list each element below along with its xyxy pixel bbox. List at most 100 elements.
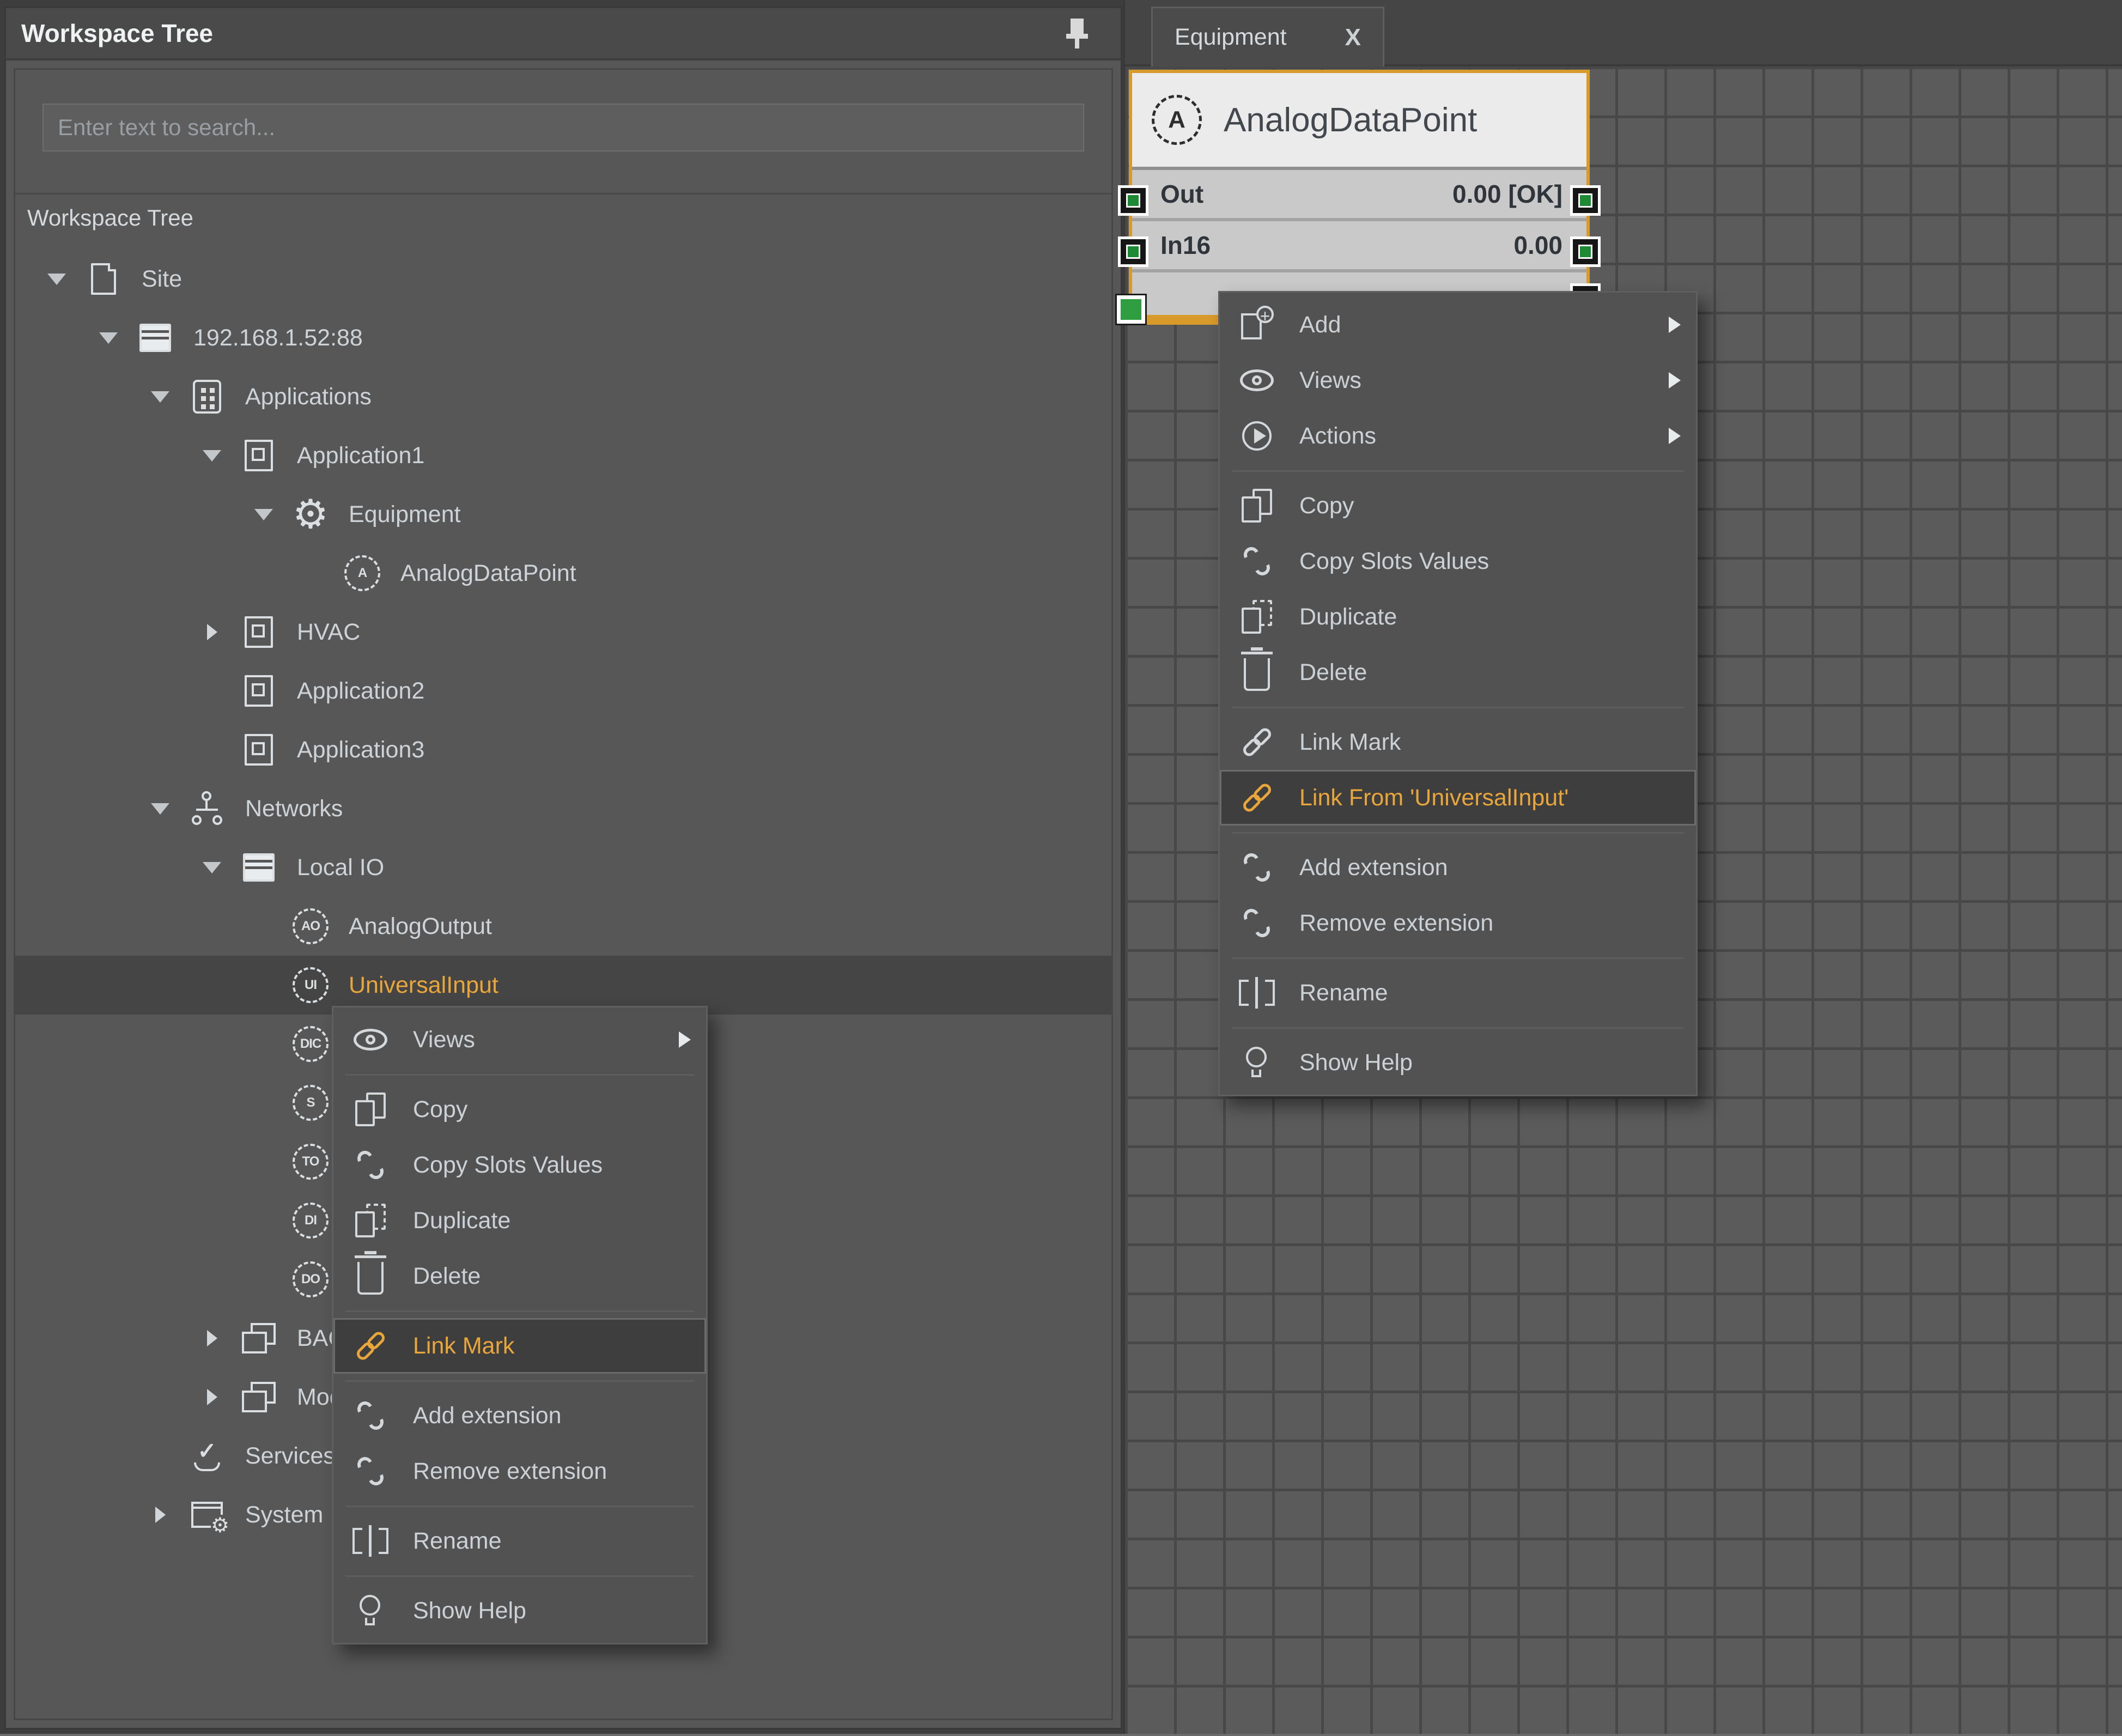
site-document-icon (76, 263, 131, 295)
menu-item-label: Copy Slots Values (413, 1152, 603, 1179)
link-icon (348, 1340, 393, 1352)
menu-item-add[interactable]: Add (1220, 297, 1696, 353)
menu-item-add-extension[interactable]: Add extension (1220, 840, 1696, 895)
slot-connector-icon[interactable] (1570, 185, 1601, 216)
tree-item-label: Services (245, 1443, 335, 1470)
pin-icon[interactable] (1066, 17, 1088, 49)
expander-open-icon[interactable] (192, 862, 232, 873)
tree-item-application1[interactable]: Application1 (15, 426, 1111, 485)
menu-item-label: Copy (1299, 493, 1354, 519)
menu-item-duplicate[interactable]: Duplicate (333, 1193, 706, 1248)
copy-icon (348, 1092, 393, 1126)
tree-item-label: AnalogOutput (349, 913, 492, 940)
menu-item-delete[interactable]: Delete (1220, 645, 1696, 700)
slot-name: In16 (1160, 230, 1211, 260)
tree-item-local-io[interactable]: Local IO (15, 838, 1111, 897)
tree-item-label: Application2 (297, 678, 424, 705)
menu-item-show-help[interactable]: Show Help (333, 1583, 706, 1638)
slot-connector-icon[interactable] (1118, 236, 1148, 267)
slot-connector-icon[interactable] (1570, 236, 1601, 267)
menu-item-label: Add extension (1299, 854, 1448, 881)
analog-data-point-block[interactable]: A AnalogDataPoint Out 0.00 [OK] In16 0.0… (1129, 70, 1590, 325)
tab-close-icon[interactable]: X (1345, 26, 1361, 50)
panel-title: Workspace Tree (21, 19, 213, 48)
menu-item-label: Link Mark (413, 1333, 514, 1359)
expander-open-icon[interactable] (89, 332, 128, 344)
tab-equipment[interactable]: Equipment X (1151, 7, 1384, 66)
menu-item-label: Show Help (1299, 1049, 1413, 1076)
tree-item-application2[interactable]: Application2 (15, 661, 1111, 720)
selection-handle[interactable] (1117, 295, 1145, 324)
copy-slots-icon (1234, 546, 1280, 576)
menu-item-delete[interactable]: Delete (333, 1248, 706, 1304)
menu-item-label: Add (1299, 312, 1341, 338)
menu-item-copy[interactable]: Copy (1220, 478, 1696, 533)
expander-closed-icon[interactable] (192, 1330, 232, 1346)
help-bulb-icon (348, 1594, 393, 1628)
tree-item-site[interactable]: Site (15, 250, 1111, 308)
menu-item-rename[interactable]: Rename (1220, 965, 1696, 1021)
slot-value: 0.00 [OK] (1452, 179, 1562, 209)
menu-item-views[interactable]: Views (1220, 353, 1696, 408)
tree-item-analogdatapoint[interactable]: AAnalogDataPoint (15, 544, 1111, 603)
menu-item-show-help[interactable]: Show Help (1220, 1035, 1696, 1090)
help-bulb-icon (1234, 1046, 1280, 1079)
menu-item-label: Remove extension (413, 1458, 607, 1485)
tree-item-equipment[interactable]: ⚙Equipment (15, 485, 1111, 544)
divider (15, 193, 1111, 195)
menu-item-views[interactable]: Views (333, 1012, 706, 1067)
menu-item-label: Rename (1299, 980, 1388, 1006)
tree-item-applications[interactable]: Applications (15, 367, 1111, 426)
tree-item-application3[interactable]: Application3 (15, 720, 1111, 779)
expander-closed-icon[interactable] (192, 624, 232, 640)
menu-item-copy-slots-values[interactable]: Copy Slots Values (333, 1137, 706, 1193)
menu-item-link-mark[interactable]: Link Mark (333, 1318, 706, 1374)
extension-icon (348, 1400, 393, 1431)
menu-item-rename[interactable]: Rename (333, 1513, 706, 1569)
expander-open-icon[interactable] (141, 803, 180, 815)
expander-closed-icon[interactable] (141, 1507, 180, 1523)
tree-context-menu: Views Copy Copy Slots Values DuplicateDelet… (332, 1006, 708, 1644)
point-circle-icon: DIC (283, 1026, 338, 1062)
network-icon (180, 791, 234, 826)
menu-item-link-mark[interactable]: Link Mark (1220, 714, 1696, 770)
menu-item-remove-extension[interactable]: Remove extension (1220, 895, 1696, 951)
menu-item-label: Rename (413, 1528, 502, 1555)
rename-icon (1234, 977, 1280, 1009)
menu-item-add-extension[interactable]: Add extension (333, 1388, 706, 1443)
windows-stack-icon (232, 1323, 286, 1353)
menu-item-copy[interactable]: Copy (333, 1082, 706, 1137)
menu-item-remove-extension[interactable]: Remove extension (333, 1443, 706, 1499)
applications-grid-icon (180, 380, 234, 414)
slot-connector-icon[interactable] (1118, 185, 1148, 216)
tree-item-label: Site (142, 266, 182, 293)
block-header: A AnalogDataPoint (1132, 73, 1586, 167)
submenu-arrow-icon (679, 1031, 691, 1048)
point-circle-icon: DI (283, 1203, 338, 1239)
menu-item-label: Remove extension (1299, 910, 1493, 937)
tree-item-192-168-1-52-88[interactable]: 192.168.1.52:88 (15, 308, 1111, 367)
tree-section-label: Workspace Tree (27, 205, 193, 231)
extension-icon (1234, 852, 1280, 883)
block-slot-row[interactable]: Out 0.00 [OK] (1132, 170, 1586, 218)
tree-item-analogoutput[interactable]: AOAnalogOutput (15, 897, 1111, 956)
menu-item-copy-slots-values[interactable]: Copy Slots Values (1220, 533, 1696, 589)
menu-item-label: Link Mark (1299, 729, 1401, 756)
search-input[interactable] (42, 104, 1084, 151)
menu-item-duplicate[interactable]: Duplicate (1220, 589, 1696, 645)
menu-item-link-from-universalinput[interactable]: Link From 'UniversalInput' (1220, 770, 1696, 825)
menu-separator (1220, 464, 1696, 478)
tree-item-networks[interactable]: Networks (15, 779, 1111, 838)
expander-open-icon[interactable] (37, 274, 76, 285)
menu-separator (1220, 825, 1696, 840)
tree-item-hvac[interactable]: HVAC (15, 603, 1111, 661)
block-slot-row[interactable]: In16 0.00 (1132, 221, 1586, 269)
point-circle-icon: TO (283, 1144, 338, 1180)
panel-header: Workspace Tree (6, 8, 1121, 60)
expander-open-icon[interactable] (192, 450, 232, 462)
expander-closed-icon[interactable] (192, 1389, 232, 1405)
expander-open-icon[interactable] (141, 391, 180, 403)
expander-open-icon[interactable] (244, 509, 283, 520)
eye-icon (1234, 369, 1280, 391)
menu-item-actions[interactable]: Actions (1220, 408, 1696, 464)
